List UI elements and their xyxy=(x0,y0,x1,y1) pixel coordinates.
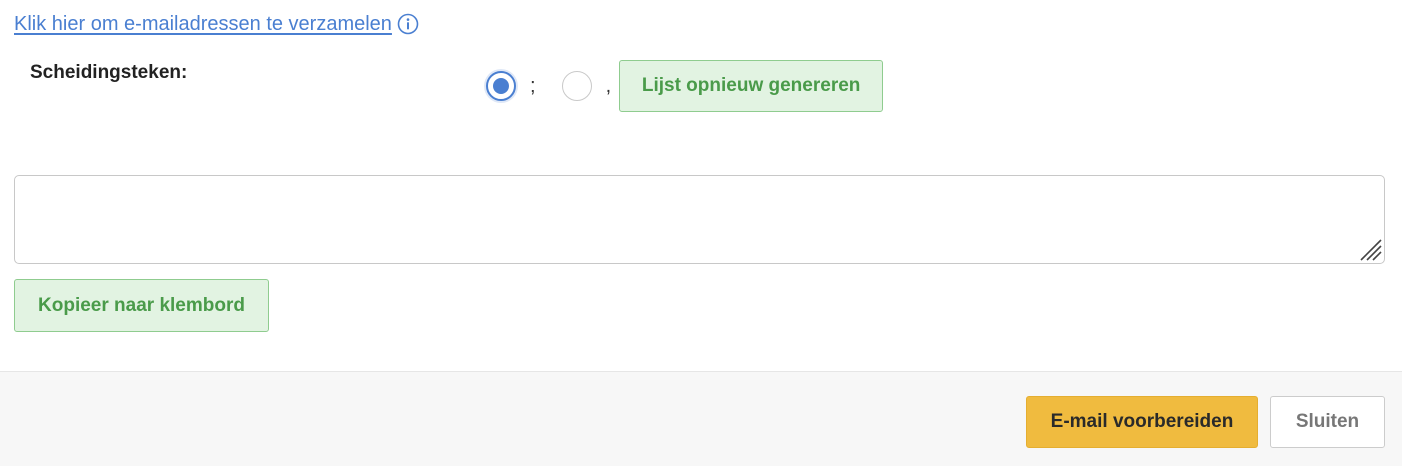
collect-emails-link[interactable]: Klik hier om e-mailadressen te verzamele… xyxy=(14,13,392,36)
separator-radio-semicolon[interactable] xyxy=(486,71,516,101)
regenerate-list-button[interactable]: Lijst opnieuw genereren xyxy=(619,60,884,112)
email-collect-dialog: Klik hier om e-mailadressen te verzamele… xyxy=(0,0,1402,466)
dialog-footer: E-mail voorbereiden Sluiten xyxy=(0,371,1402,466)
collect-link-row: Klik hier om e-mailadressen te verzamele… xyxy=(14,10,419,38)
copy-to-clipboard-button[interactable]: Kopieer naar klembord xyxy=(14,279,269,332)
info-circle-icon[interactable] xyxy=(397,13,419,35)
separator-radio-group: ; , Lijst opnieuw genereren xyxy=(486,60,884,112)
close-button[interactable]: Sluiten xyxy=(1270,396,1385,448)
email-list-textarea[interactable] xyxy=(14,175,1385,264)
resize-handle-icon[interactable] xyxy=(1356,235,1382,261)
separator-option-comma-label: , xyxy=(605,74,612,97)
separator-label: Scheidingsteken: xyxy=(30,62,188,83)
radio-selected-dot xyxy=(493,78,509,94)
prepare-email-button[interactable]: E-mail voorbereiden xyxy=(1026,396,1258,448)
separator-option-semicolon-label: ; xyxy=(530,74,536,97)
separator-radio-comma[interactable] xyxy=(561,71,592,101)
